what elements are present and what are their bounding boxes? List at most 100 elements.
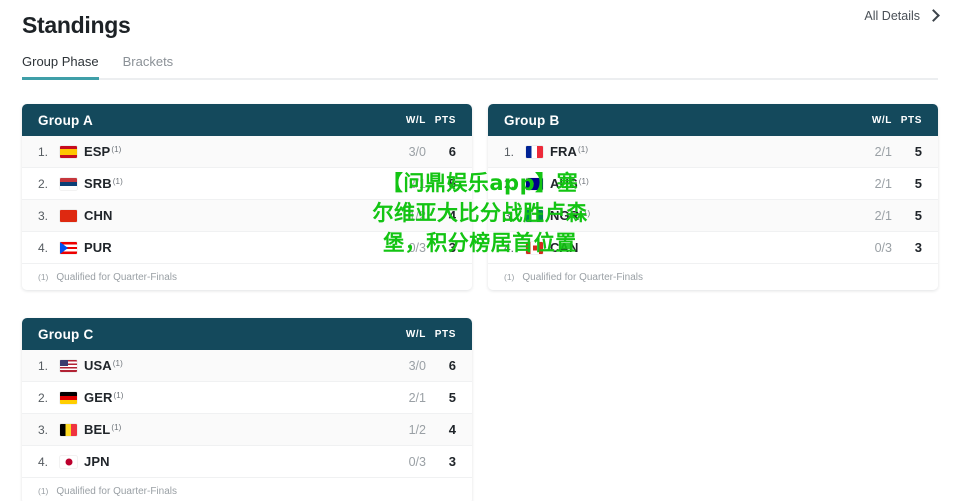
flag-canada-icon	[526, 241, 543, 254]
points-value: 3	[914, 240, 922, 255]
rank-number: 4.	[504, 240, 515, 255]
flag-belgium-icon	[60, 423, 77, 436]
team-code: BEL	[84, 422, 111, 437]
win-loss-value: 2/1	[874, 208, 892, 223]
team-code: GER	[84, 390, 113, 405]
team-code: AUS	[550, 176, 578, 191]
group-card-header: Group A W/L PTS	[22, 104, 472, 136]
points-value: 5	[914, 144, 922, 159]
qualified-marker: (1)	[578, 145, 589, 154]
team-code: PUR	[84, 240, 112, 255]
standings-row[interactable]: 2. SRB (1) 2/1 5	[22, 168, 472, 200]
standings-row[interactable]: 1. ESP (1) 3/0 6	[22, 136, 472, 168]
team-code: USA	[84, 358, 112, 373]
team-name-cell: ESP (1)	[84, 144, 392, 159]
team-code: FRA	[550, 144, 578, 159]
win-loss-value: 2/1	[874, 176, 892, 191]
points-value: 4	[448, 208, 456, 223]
points-value: 6	[448, 144, 456, 159]
column-header-pts: PTS	[900, 114, 922, 126]
team-name-cell: USA (1)	[84, 358, 392, 373]
all-details-label: All Details	[864, 9, 920, 23]
standings-row[interactable]: 3. NGR (1) 2/1 5	[488, 200, 938, 232]
win-loss-value: 3/0	[408, 144, 426, 159]
column-header-pts: PTS	[434, 114, 456, 126]
column-header-wl: W/L	[871, 114, 892, 126]
footnote-marker: (1)	[38, 272, 49, 282]
column-header-wl: W/L	[405, 328, 426, 340]
rank-number: 2.	[38, 390, 49, 405]
flag-puerto-rico-icon	[60, 241, 77, 254]
qualified-marker: (1)	[111, 423, 122, 432]
group-card-header: Group C W/L PTS	[22, 318, 472, 350]
tab-group-phase[interactable]: Group Phase	[22, 54, 99, 80]
footnote-text: Qualified for Quarter-Finals	[56, 485, 177, 497]
page-title: Standings	[22, 12, 131, 38]
standings-row[interactable]: 3. CHN 1/2 4	[22, 200, 472, 232]
points-value: 5	[448, 390, 456, 405]
standings-row[interactable]: 1. FRA (1) 2/1 5	[488, 136, 938, 168]
points-value: 5	[448, 176, 456, 191]
team-code: NGR	[550, 208, 580, 223]
points-value: 3	[448, 240, 456, 255]
team-name-cell: PUR	[84, 240, 392, 255]
standings-row[interactable]: 2. GER (1) 2/1 5	[22, 382, 472, 414]
standings-row[interactable]: 4. CAN 0/3 3	[488, 232, 938, 264]
points-value: 4	[448, 422, 456, 437]
column-header-wl: W/L	[405, 114, 426, 126]
all-details-link[interactable]: All Details	[864, 9, 940, 23]
team-name-cell: CHN	[84, 208, 392, 223]
rank-number: 3.	[38, 208, 49, 223]
standings-row[interactable]: 3. BEL (1) 1/2 4	[22, 414, 472, 446]
team-name-cell: CAN	[550, 240, 858, 255]
rank-number: 2.	[504, 176, 515, 191]
qualified-marker: (1)	[112, 359, 123, 368]
team-name-cell: FRA (1)	[550, 144, 858, 159]
win-loss-value: 0/3	[408, 454, 426, 469]
team-code: CAN	[550, 240, 579, 255]
win-loss-value: 3/0	[408, 358, 426, 373]
rank-number: 1.	[504, 144, 515, 159]
group-name: Group B	[504, 112, 560, 128]
points-value: 3	[448, 454, 456, 469]
tab-brackets[interactable]: Brackets	[123, 54, 174, 78]
footnote-marker: (1)	[504, 272, 515, 282]
group-name: Group A	[38, 112, 93, 128]
group-card: Group A W/L PTS 1. ESP (1) 3/0 6 2. SRB (1) 2/1 5 3. C…	[22, 104, 472, 290]
flag-china-icon	[60, 209, 77, 222]
chevron-right-icon	[927, 9, 940, 22]
flag-japan-icon	[60, 455, 77, 468]
standings-row[interactable]: 1. USA (1) 3/0 6	[22, 350, 472, 382]
win-loss-value: 2/1	[408, 390, 426, 405]
group-card: Group B W/L PTS 1. FRA (1) 2/1 5 2. AUS (1) 2/1 5 3. N…	[488, 104, 938, 290]
qualified-marker: (1)	[113, 391, 124, 400]
footnote-text: Qualified for Quarter-Finals	[56, 271, 177, 283]
win-loss-value: 1/2	[408, 422, 426, 437]
flag-spain-icon	[60, 145, 77, 158]
footnote-text: Qualified for Quarter-Finals	[522, 271, 643, 283]
group-card-header: Group B W/L PTS	[488, 104, 938, 136]
standings-row[interactable]: 4. PUR 0/3 3	[22, 232, 472, 264]
rank-number: 1.	[38, 358, 49, 373]
tab-bar: Group Phase Brackets	[22, 54, 938, 80]
team-name-cell: SRB (1)	[84, 176, 392, 191]
win-loss-value: 0/3	[874, 240, 892, 255]
rank-number: 3.	[38, 422, 49, 437]
standings-row[interactable]: 4. JPN 0/3 3	[22, 446, 472, 478]
group-card-footnote: (1) Qualified for Quarter-Finals	[488, 264, 938, 290]
rank-number: 4.	[38, 240, 49, 255]
points-value: 6	[448, 358, 456, 373]
rank-number: 2.	[38, 176, 49, 191]
flag-france-icon	[526, 145, 543, 158]
team-name-cell: BEL (1)	[84, 422, 392, 437]
page-header: Standings All Details	[0, 0, 960, 40]
flag-united-states-icon	[60, 359, 77, 372]
win-loss-value: 1/2	[408, 208, 426, 223]
team-name-cell: AUS (1)	[550, 176, 858, 191]
team-code: CHN	[84, 208, 113, 223]
group-card-footnote: (1) Qualified for Quarter-Finals	[22, 264, 472, 290]
standings-row[interactable]: 2. AUS (1) 2/1 5	[488, 168, 938, 200]
team-code: JPN	[84, 454, 110, 469]
win-loss-value: 0/3	[408, 240, 426, 255]
team-code: ESP	[84, 144, 111, 159]
